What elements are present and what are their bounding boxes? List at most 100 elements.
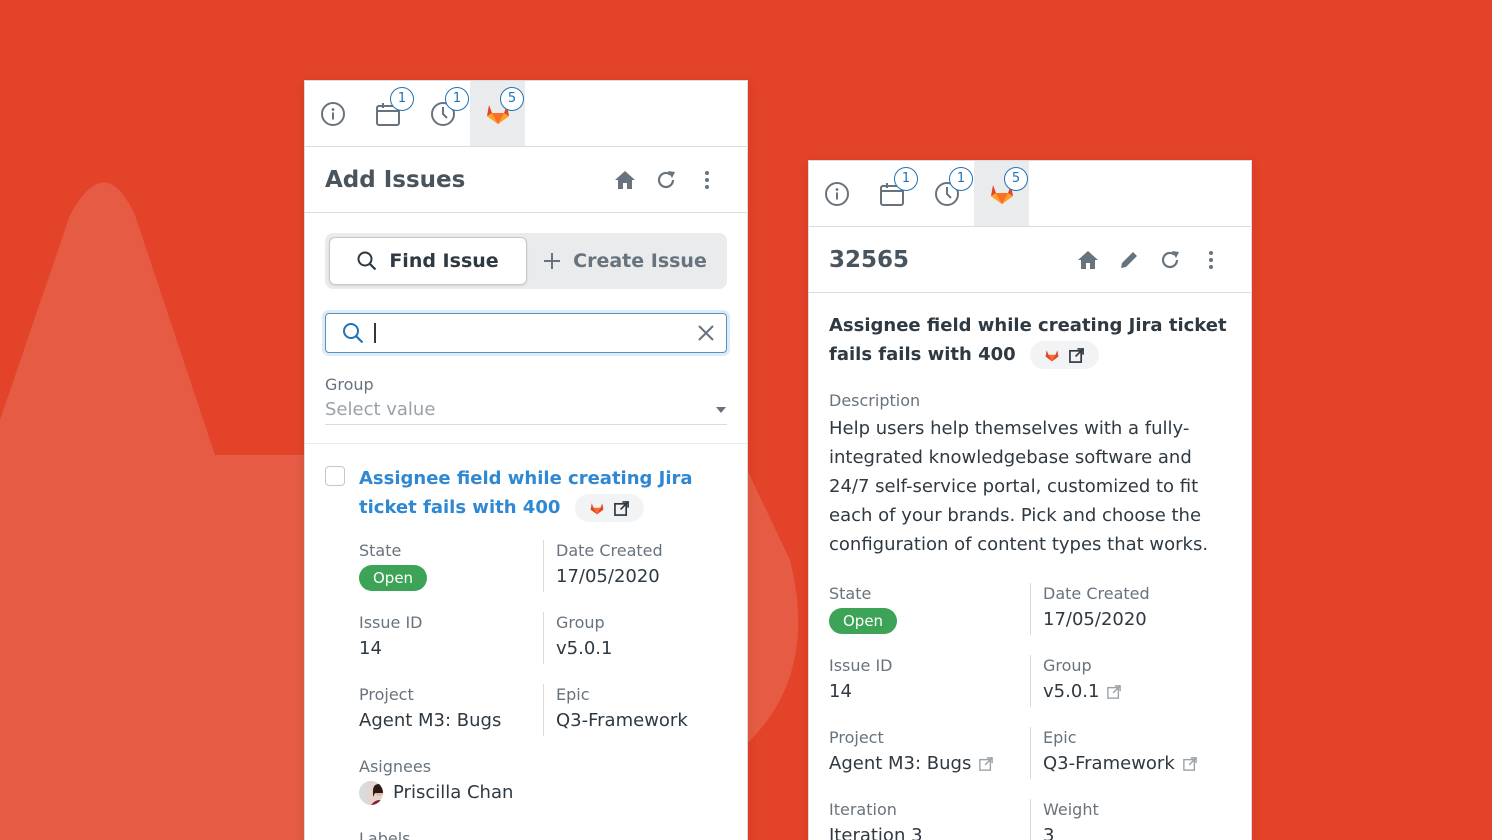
issue-checkbox[interactable] — [325, 466, 345, 486]
tab-gitlab[interactable]: 5 — [470, 81, 525, 146]
page-title: 32565 — [829, 246, 910, 273]
issue-details: State Open Date Created 17/05/2020 Issue… — [829, 583, 1231, 840]
issue-title-link[interactable]: Assignee field while creating Jira ticke… — [359, 464, 727, 522]
tab-info[interactable] — [809, 161, 864, 226]
kebab-menu-icon — [1208, 250, 1213, 269]
weight-label: Weight — [1043, 800, 1099, 819]
issue-detail: Assignee field while creating Jira ticke… — [809, 293, 1251, 840]
epic-label: Epic — [1043, 728, 1077, 747]
gitlab-badge: 5 — [500, 87, 524, 111]
clear-icon[interactable] — [698, 325, 714, 341]
tab-info[interactable] — [305, 81, 360, 146]
edit-button[interactable] — [1108, 244, 1149, 276]
refresh-button[interactable] — [1149, 244, 1190, 276]
external-link-icon[interactable] — [1107, 685, 1122, 699]
home-icon — [1077, 250, 1098, 269]
epic-value: Q3-Framework — [556, 710, 688, 731]
add-issues-panel: 1 1 5 Add Issues Find Issue Create Issue… — [304, 80, 748, 840]
issue-id-label: Issue ID — [359, 613, 423, 632]
tab-calendar[interactable]: 1 — [360, 81, 415, 146]
create-issue-label: Create Issue — [573, 250, 707, 272]
avatar — [359, 781, 383, 805]
description-text: Help users help themselves with a fully-… — [829, 418, 1209, 555]
project-value: Agent M3: Bugs — [829, 753, 972, 774]
group-placeholder: Select value — [325, 399, 436, 420]
group-value-link[interactable]: v5.0.1 — [1043, 677, 1231, 707]
state-label: State — [829, 584, 872, 603]
labels-label: Labels — [359, 829, 411, 840]
issue-id-label: Issue ID — [829, 656, 893, 675]
group-select: Group Select value — [325, 375, 727, 425]
tab-clock[interactable]: 1 — [415, 81, 470, 146]
search-icon — [343, 323, 364, 344]
group-value: v5.0.1 — [1043, 681, 1100, 702]
info-icon — [824, 181, 849, 206]
gitlab-badge: 5 — [1004, 167, 1028, 191]
description-label: Description — [829, 391, 921, 410]
date-created-label: Date Created — [1043, 584, 1150, 603]
project-value: Agent M3: Bugs — [359, 710, 502, 731]
info-icon — [320, 101, 345, 126]
issue-detail-panel: 1 1 5 32565 Assignee field while creatin… — [808, 160, 1252, 840]
search-input[interactable] — [375, 322, 698, 344]
date-created-label: Date Created — [556, 541, 663, 560]
external-link-icon[interactable] — [979, 757, 994, 771]
project-label: Project — [359, 685, 414, 704]
group-label: Group — [325, 375, 374, 394]
group-dropdown[interactable]: Select value — [325, 394, 727, 425]
external-link-icon[interactable] — [1182, 757, 1197, 771]
tab-gitlab[interactable]: 5 — [974, 161, 1029, 226]
status-badge: Open — [829, 608, 898, 634]
tab-calendar[interactable]: 1 — [864, 161, 919, 226]
app-tab-bar: 1 1 5 — [305, 81, 747, 147]
search-field — [325, 313, 727, 353]
issue-details: State Open Date Created 17/05/2020 Issue… — [359, 540, 727, 840]
project-label: Project — [829, 728, 884, 747]
page-title: Add Issues — [325, 166, 466, 193]
tab-clock[interactable]: 1 — [919, 161, 974, 226]
refresh-icon — [1161, 250, 1179, 268]
chevron-down-icon — [716, 406, 726, 413]
group-label: Group — [1043, 656, 1092, 675]
epic-value-link[interactable]: Q3-Framework — [1043, 749, 1231, 779]
home-icon — [614, 170, 635, 189]
home-button[interactable] — [604, 164, 645, 196]
search-icon — [357, 251, 377, 271]
external-link-icon[interactable] — [613, 500, 629, 516]
gitlab-icon — [590, 502, 604, 514]
epic-value: Q3-Framework — [1043, 753, 1175, 774]
issue-source-pill — [1029, 341, 1099, 369]
refresh-button[interactable] — [645, 164, 686, 196]
find-issue-label: Find Issue — [389, 250, 499, 272]
list-item: Assignee field while creating Jira ticke… — [305, 444, 747, 840]
refresh-icon — [657, 170, 675, 188]
project-value-link[interactable]: Agent M3: Bugs — [829, 749, 1030, 779]
more-options-button[interactable] — [686, 164, 727, 196]
date-created-value: 17/05/2020 — [1043, 609, 1147, 630]
mode-switcher: Find Issue Create Issue — [325, 233, 727, 289]
iteration-value: Iteration 3 — [829, 825, 923, 840]
issue-title-text: Assignee field while creating Jira ticke… — [829, 315, 1227, 365]
status-badge: Open — [359, 565, 428, 591]
find-issue-tab[interactable]: Find Issue — [329, 237, 527, 285]
assignee: Priscilla Chan — [359, 778, 543, 808]
iteration-label: Iteration — [829, 800, 897, 819]
more-options-button[interactable] — [1190, 244, 1231, 276]
group-label: Group — [556, 613, 605, 632]
gitlab-icon — [1045, 349, 1059, 361]
date-created-value: 17/05/2020 — [556, 566, 660, 587]
app-tab-bar: 1 1 5 — [809, 161, 1251, 227]
issue-source-pill — [574, 494, 644, 522]
issue-id-value: 14 — [829, 681, 852, 702]
clock-badge: 1 — [445, 87, 469, 111]
external-link-icon[interactable] — [1069, 347, 1084, 363]
pencil-icon — [1120, 251, 1137, 268]
assignee-name: Priscilla Chan — [393, 782, 514, 803]
calendar-badge: 1 — [894, 167, 918, 191]
home-button[interactable] — [1067, 244, 1108, 276]
issue-title: Assignee field while creating Jira ticke… — [829, 311, 1231, 369]
create-issue-tab[interactable]: Create Issue — [527, 237, 723, 285]
calendar-badge: 1 — [390, 87, 414, 111]
plus-icon — [544, 253, 561, 269]
issue-id-value: 14 — [359, 638, 382, 659]
